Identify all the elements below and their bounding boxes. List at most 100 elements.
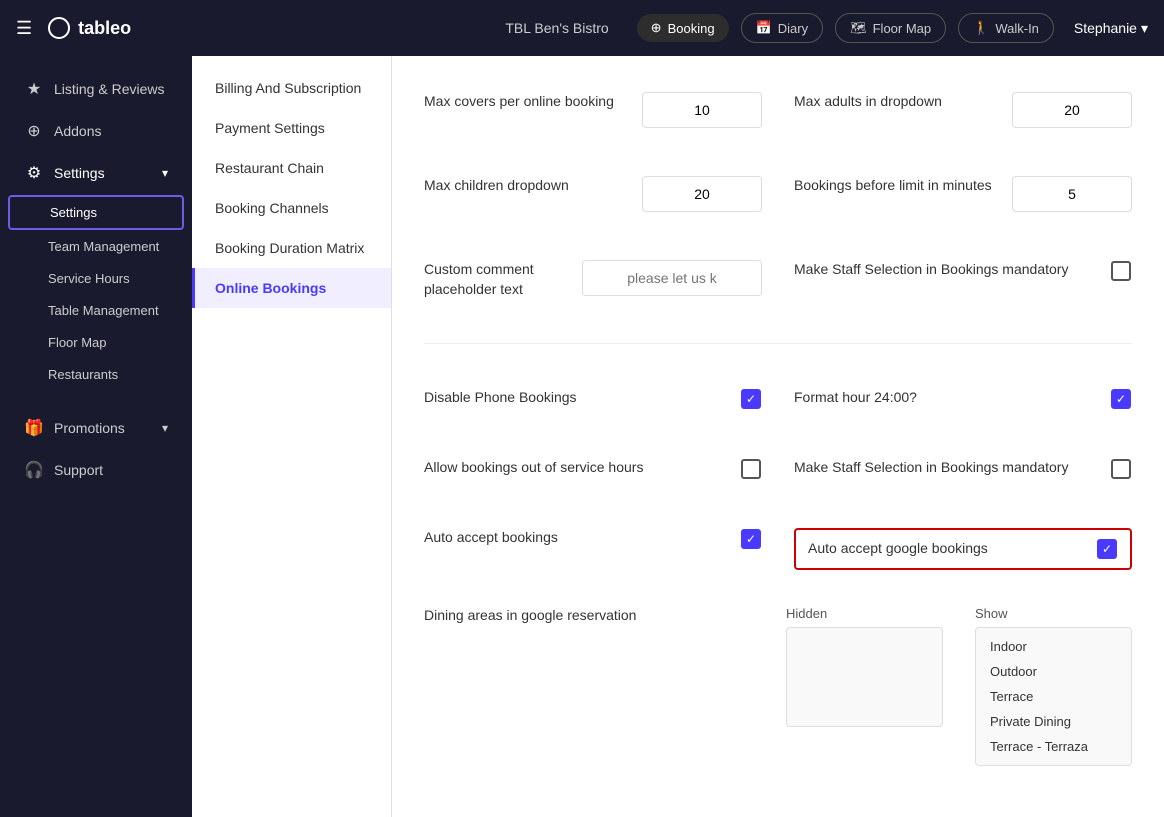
allow-bookings-checkbox-unchecked [741,459,761,479]
make-staff2-checkbox-unchecked [1111,459,1131,479]
auto-accept-google-highlighted: Auto accept google bookings ✓ [794,528,1132,570]
promotions-icon: 🎁 [24,418,44,438]
sidebar-sub-table-mgmt[interactable]: Table Management [8,295,184,326]
mid-nav-billing[interactable]: Billing And Subscription [192,68,391,108]
dining-terrace[interactable]: Terrace [982,684,1125,709]
make-staff-row: Make Staff Selection in Bookings mandato… [794,248,1132,311]
custom-comment-label: Custom comment placeholder text [424,260,566,299]
auto-accept-google-checkbox-checked: ✓ [1097,539,1117,559]
sidebar-item-label-support: Support [54,462,103,478]
dining-lists: Hidden Show Indoor Outdoor Terrace Priva… [786,606,1132,766]
dining-private[interactable]: Private Dining [982,709,1125,734]
booking-icon: ⊕ [651,20,662,36]
disable-phone-label: Disable Phone Bookings [424,388,724,408]
dining-areas-section: Dining areas in google reservation Hidde… [424,606,1132,766]
sidebar-item-label-promotions: Promotions [54,420,125,436]
max-covers-input[interactable] [642,92,762,128]
sidebar-sub-floor-map[interactable]: Floor Map [8,327,184,358]
hamburger-icon[interactable]: ☰ [16,18,32,39]
floormap-button[interactable]: 🗺 Floor Map [835,13,946,43]
walkin-label: Walk-In [995,21,1039,36]
dining-indoor[interactable]: Indoor [982,634,1125,659]
mid-navigation: Billing And Subscription Payment Setting… [192,56,392,817]
sidebar-item-addons[interactable]: ⊕ Addons [8,111,184,151]
user-name: Stephanie [1074,20,1137,36]
sidebar-sub-team[interactable]: Team Management [8,231,184,262]
venue-name: TBL Ben's Bistro [505,20,608,36]
max-adults-input[interactable] [1012,92,1132,128]
sidebar: ★ Listing & Reviews ⊕ Addons ⚙ Settings … [0,56,192,817]
custom-comment-input[interactable] [582,260,762,296]
mid-nav-booking-duration[interactable]: Booking Duration Matrix [192,228,391,268]
format-hour-checkbox-checked: ✓ [1111,389,1131,409]
settings-grid: Max covers per online booking Max adults… [424,80,1132,766]
sidebar-item-listing[interactable]: ★ Listing & Reviews [8,69,184,109]
auto-accept-google-label: Auto accept google bookings [808,539,1084,559]
bookings-before-row: Bookings before limit in minutes [794,164,1132,224]
bookings-before-input[interactable] [1012,176,1132,212]
format-hour-row: Format hour 24:00? ✓ [794,376,1132,422]
mid-nav-online-bookings[interactable]: Online Bookings [192,268,391,308]
show-list-header: Show [975,606,1132,621]
walkin-icon: 🚶 [973,20,989,36]
max-children-label: Max children dropdown [424,176,626,196]
make-staff2-label: Make Staff Selection in Bookings mandato… [794,458,1094,478]
disable-phone-checkbox[interactable]: ✓ [740,388,762,410]
diary-label: Diary [778,21,808,36]
app-logo: tableo [48,17,131,39]
format-hour-checkbox[interactable]: ✓ [1110,388,1132,410]
allow-bookings-checkbox[interactable] [740,458,762,480]
disable-phone-row: Disable Phone Bookings ✓ [424,376,762,422]
sidebar-sub-service-hours[interactable]: Service Hours [8,263,184,294]
top-navigation: ☰ tableo TBL Ben's Bistro ⊕ Booking 📅 Di… [0,0,1164,56]
allow-bookings-label: Allow bookings out of service hours [424,458,724,478]
auto-accept-google-checkbox[interactable]: ✓ [1096,538,1118,560]
diary-icon: 📅 [756,20,772,36]
user-menu[interactable]: Stephanie ▾ [1074,20,1148,37]
hidden-list-header: Hidden [786,606,943,621]
show-list[interactable]: Indoor Outdoor Terrace Private Dining Te… [975,627,1132,766]
dining-outdoor[interactable]: Outdoor [982,659,1125,684]
sidebar-sub-restaurants[interactable]: Restaurants [8,359,184,390]
sidebar-item-label-settings: Settings [54,165,105,181]
sidebar-item-support[interactable]: 🎧 Support [8,450,184,490]
mid-nav-restaurant-chain[interactable]: Restaurant Chain [192,148,391,188]
sidebar-item-promotions[interactable]: 🎁 Promotions [8,408,184,448]
sidebar-item-settings[interactable]: ⚙ Settings [8,153,184,193]
star-icon: ★ [24,79,44,99]
max-adults-row: Max adults in dropdown [794,80,1132,140]
booking-label: Booking [668,21,715,36]
dining-areas-label: Dining areas in google reservation [424,606,770,626]
content-area: Max covers per online booking Max adults… [392,56,1164,817]
max-covers-label: Max covers per online booking [424,92,626,112]
make-staff2-row: Make Staff Selection in Bookings mandato… [794,446,1132,492]
make-staff-checkbox[interactable] [1110,260,1132,282]
logo-text: tableo [78,18,131,39]
dining-terraza[interactable]: Terrace - Terraza [982,734,1125,759]
make-staff-checkbox-unchecked [1111,261,1131,281]
support-icon: 🎧 [24,460,44,480]
settings-icon: ⚙ [24,163,44,183]
booking-button[interactable]: ⊕ Booking [637,14,729,42]
hidden-list-container: Hidden [786,606,943,766]
mid-nav-payment[interactable]: Payment Settings [192,108,391,148]
max-adults-label: Max adults in dropdown [794,92,996,112]
hidden-list[interactable] [786,627,943,727]
bookings-before-label: Bookings before limit in minutes [794,176,996,196]
make-staff-label: Make Staff Selection in Bookings mandato… [794,260,1094,280]
diary-button[interactable]: 📅 Diary [741,13,824,43]
disable-phone-checkbox-checked: ✓ [741,389,761,409]
max-children-input[interactable] [642,176,762,212]
auto-accept-checkbox[interactable]: ✓ [740,528,762,550]
walkin-button[interactable]: 🚶 Walk-In [958,13,1054,43]
sidebar-sub-settings[interactable]: Settings [8,195,184,230]
floormap-label: Floor Map [873,21,932,36]
mid-nav-booking-channels[interactable]: Booking Channels [192,188,391,228]
sidebar-item-label-addons: Addons [54,123,101,139]
make-staff2-checkbox[interactable] [1110,458,1132,480]
auto-accept-row: Auto accept bookings ✓ [424,516,762,582]
auto-accept-google-row: Auto accept google bookings ✓ [794,516,1132,582]
custom-comment-row: Custom comment placeholder text [424,248,762,311]
sidebar-item-label-listing: Listing & Reviews [54,81,165,97]
max-children-row: Max children dropdown [424,164,762,224]
